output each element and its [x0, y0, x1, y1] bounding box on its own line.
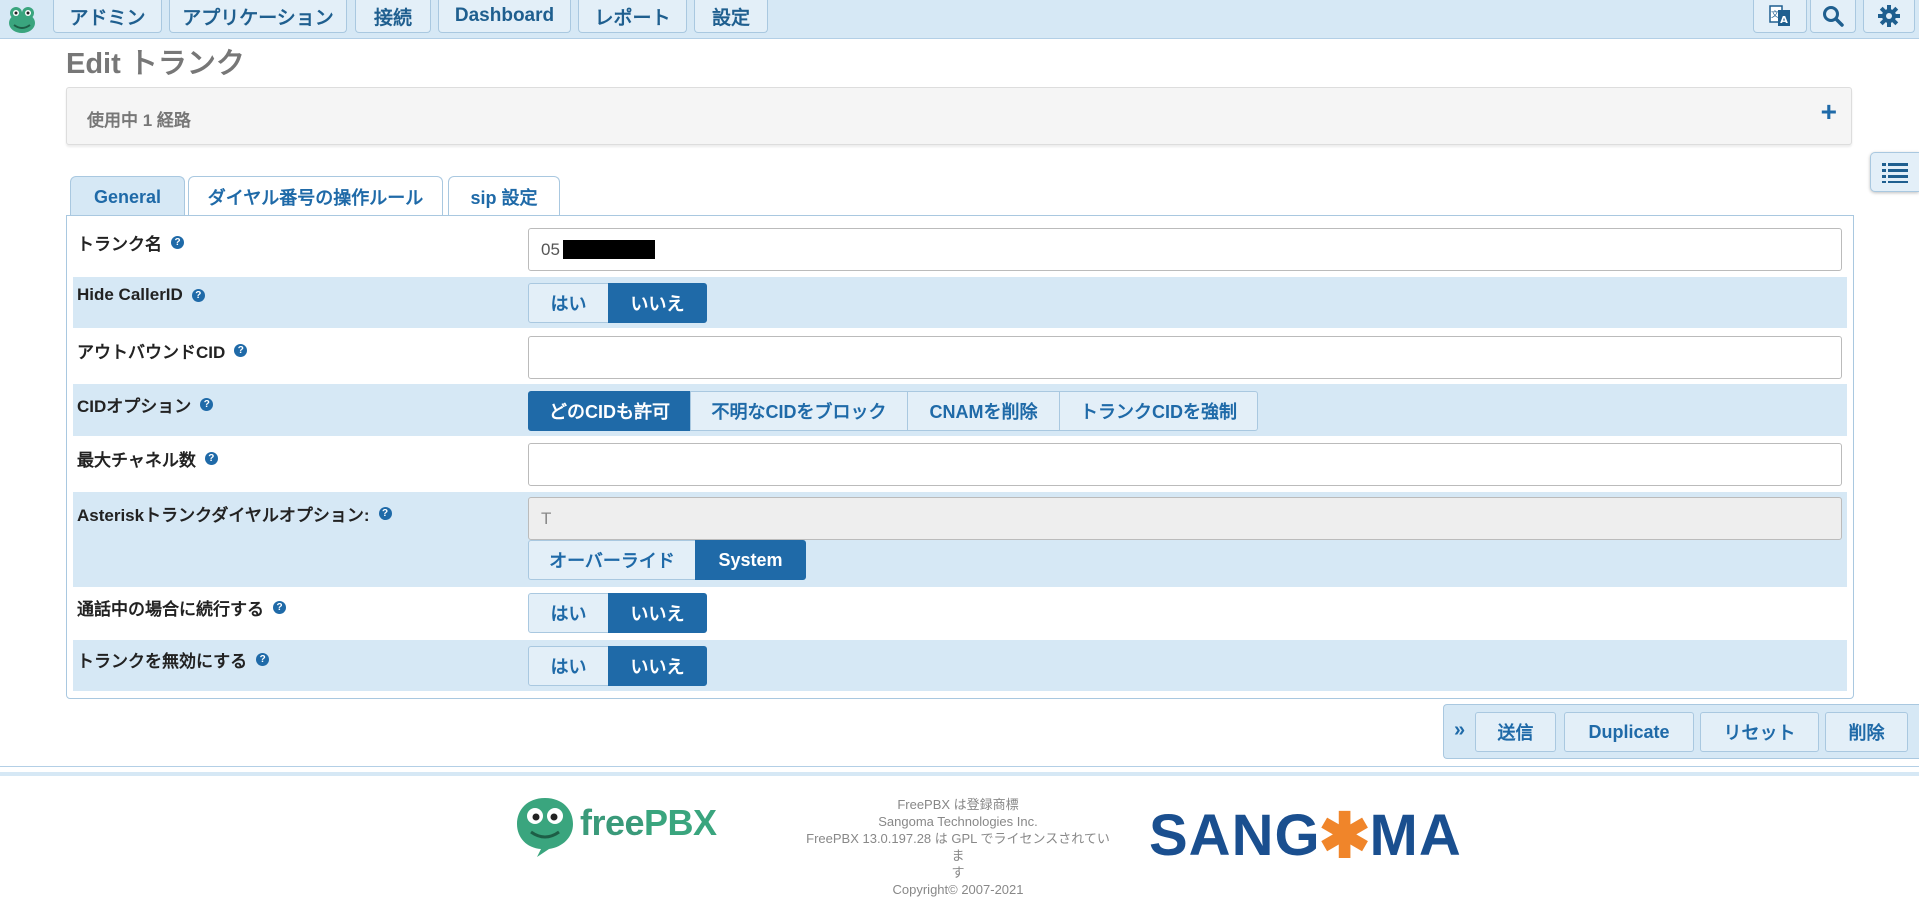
max-channels-input[interactable] [528, 443, 1842, 486]
dial-options-input[interactable] [528, 497, 1842, 540]
disable-trunk-yes[interactable]: はい [528, 646, 609, 686]
duplicate-button[interactable]: Duplicate [1564, 712, 1694, 752]
expand-plus-icon[interactable]: + [1821, 98, 1837, 126]
continue-if-busy-yes[interactable]: はい [528, 593, 609, 633]
help-icon[interactable]: ? [200, 398, 214, 411]
disable-trunk-label: トランクを無効にする? [77, 647, 270, 672]
routes-in-use-label: 使用中 1 経路 [87, 111, 191, 130]
svg-text:A: A [1780, 15, 1788, 26]
footer-trademark: FreePBX は登録商標 [897, 797, 1019, 812]
page-title: Edit トランク [66, 48, 245, 80]
cid-options-toggle: どのCIDも許可 不明なCIDをブロック CNAMを削除 トランクCIDを強制 [528, 391, 1258, 431]
hide-callerid-yes[interactable]: はい [528, 283, 609, 323]
cid-block-unknown[interactable]: 不明なCIDをブロック [690, 391, 908, 431]
outbound-cid-label: アウトバウンドCID? [77, 338, 248, 363]
footer-company: Sangoma Technologies Inc. [878, 814, 1038, 829]
sangoma-logo[interactable]: SANG ✱ MA [1149, 799, 1462, 872]
cid-allow-any[interactable]: どのCIDも許可 [528, 391, 691, 431]
submit-button[interactable]: 送信 [1475, 712, 1556, 752]
freepbx-wordmark: freePBX [580, 802, 717, 843]
row-hide-callerid: Hide CallerID? はい いいえ [73, 277, 1847, 328]
help-icon[interactable]: ? [273, 601, 286, 614]
nav-connectivity[interactable]: 接続 [355, 0, 431, 33]
nav-applications[interactable]: アプリケーション [169, 0, 347, 33]
settings-button[interactable] [1863, 0, 1915, 33]
gear-icon [1878, 5, 1900, 27]
footer-info: FreePBX は登録商標 Sangoma Technologies Inc. … [803, 796, 1113, 898]
redacted-block [563, 240, 655, 259]
outbound-cid-input[interactable] [528, 336, 1842, 379]
language-button[interactable]: A 文 [1753, 0, 1807, 33]
hide-callerid-no[interactable]: いいえ [608, 283, 707, 323]
max-channels-label: 最大チャネル数? [77, 446, 218, 471]
help-icon[interactable]: ? [191, 288, 205, 302]
nav-admin[interactable]: アドミン [53, 0, 162, 33]
continue-if-busy-no[interactable]: いいえ [608, 593, 707, 633]
translate-icon: A 文 [1769, 5, 1790, 26]
search-button[interactable] [1810, 0, 1856, 33]
row-cid-options: CIDオプション? どのCIDも許可 不明なCIDをブロック CNAMを削除 ト… [73, 384, 1847, 436]
help-icon[interactable]: ? [204, 452, 218, 465]
cid-options-label: CIDオプション? [77, 392, 214, 417]
row-disable-trunk: トランクを無効にする? はい いいえ [73, 640, 1847, 691]
footer-license-cont: す [951, 865, 965, 880]
dial-options-toggle: オーバーライド System [528, 540, 806, 580]
dial-options-override[interactable]: オーバーライド [528, 540, 696, 580]
tab-general[interactable]: General [70, 176, 185, 217]
dial-options-label: Asteriskトランクダイヤルオプション:? [77, 501, 392, 526]
freepbx-logo-icon[interactable] [513, 794, 577, 858]
help-icon[interactable]: ? [234, 344, 248, 357]
help-icon[interactable]: ? [256, 653, 270, 666]
action-bar: » 送信 Duplicate リセット 削除 [1443, 704, 1919, 759]
footer-copyright: Copyright© 2007-2021 [892, 882, 1024, 897]
collapse-chevron-icon[interactable]: » [1454, 719, 1465, 742]
reset-button[interactable]: リセット [1700, 712, 1819, 752]
freepbx-frog-logo-icon[interactable] [6, 3, 38, 35]
cid-force-trunk[interactable]: トランクCIDを強制 [1059, 391, 1258, 431]
hide-callerid-toggle: はい いいえ [528, 283, 707, 323]
continue-if-busy-label: 通話中の場合に続行する? [77, 595, 286, 620]
hide-callerid-label: Hide CallerID? [77, 285, 205, 305]
disable-trunk-no[interactable]: いいえ [608, 646, 707, 686]
sangoma-star-icon: ✱ [1318, 802, 1372, 871]
dial-options-system[interactable]: System [695, 540, 806, 580]
cid-remove-cnam[interactable]: CNAMを削除 [907, 391, 1060, 431]
row-continue-if-busy: 通話中の場合に続行する? はい いいえ [73, 589, 1847, 639]
trunk-name-label: トランク名? [77, 230, 184, 255]
delete-button[interactable]: 削除 [1825, 712, 1908, 752]
svg-text:文: 文 [1771, 9, 1779, 19]
nav-settings[interactable]: 設定 [694, 0, 768, 33]
list-icon [1882, 163, 1908, 183]
tab-sip-settings[interactable]: sip 設定 [448, 176, 560, 216]
tab-dial-rules[interactable]: ダイヤル番号の操作ルール [188, 176, 443, 216]
help-icon[interactable]: ? [378, 507, 392, 520]
help-icon[interactable]: ? [171, 236, 184, 249]
nav-reports[interactable]: レポート [578, 0, 687, 33]
nav-dashboard[interactable]: Dashboard [438, 0, 571, 33]
continue-if-busy-toggle: はい いいえ [528, 593, 707, 633]
disable-trunk-toggle: はい いいえ [528, 646, 707, 686]
side-list-toggle[interactable] [1870, 152, 1919, 192]
routes-in-use-panel: 使用中 1 経路 + [66, 87, 1852, 145]
top-navbar: アドミン アプリケーション 接続 Dashboard レポート 設定 A 文 [0, 0, 1919, 39]
footer-divider [0, 766, 1919, 767]
search-icon [1823, 6, 1844, 27]
trunk-name-input[interactable] [528, 228, 1842, 271]
footer-license: FreePBX 13.0.197.28 は GPL でライセンスされていま [806, 831, 1110, 863]
